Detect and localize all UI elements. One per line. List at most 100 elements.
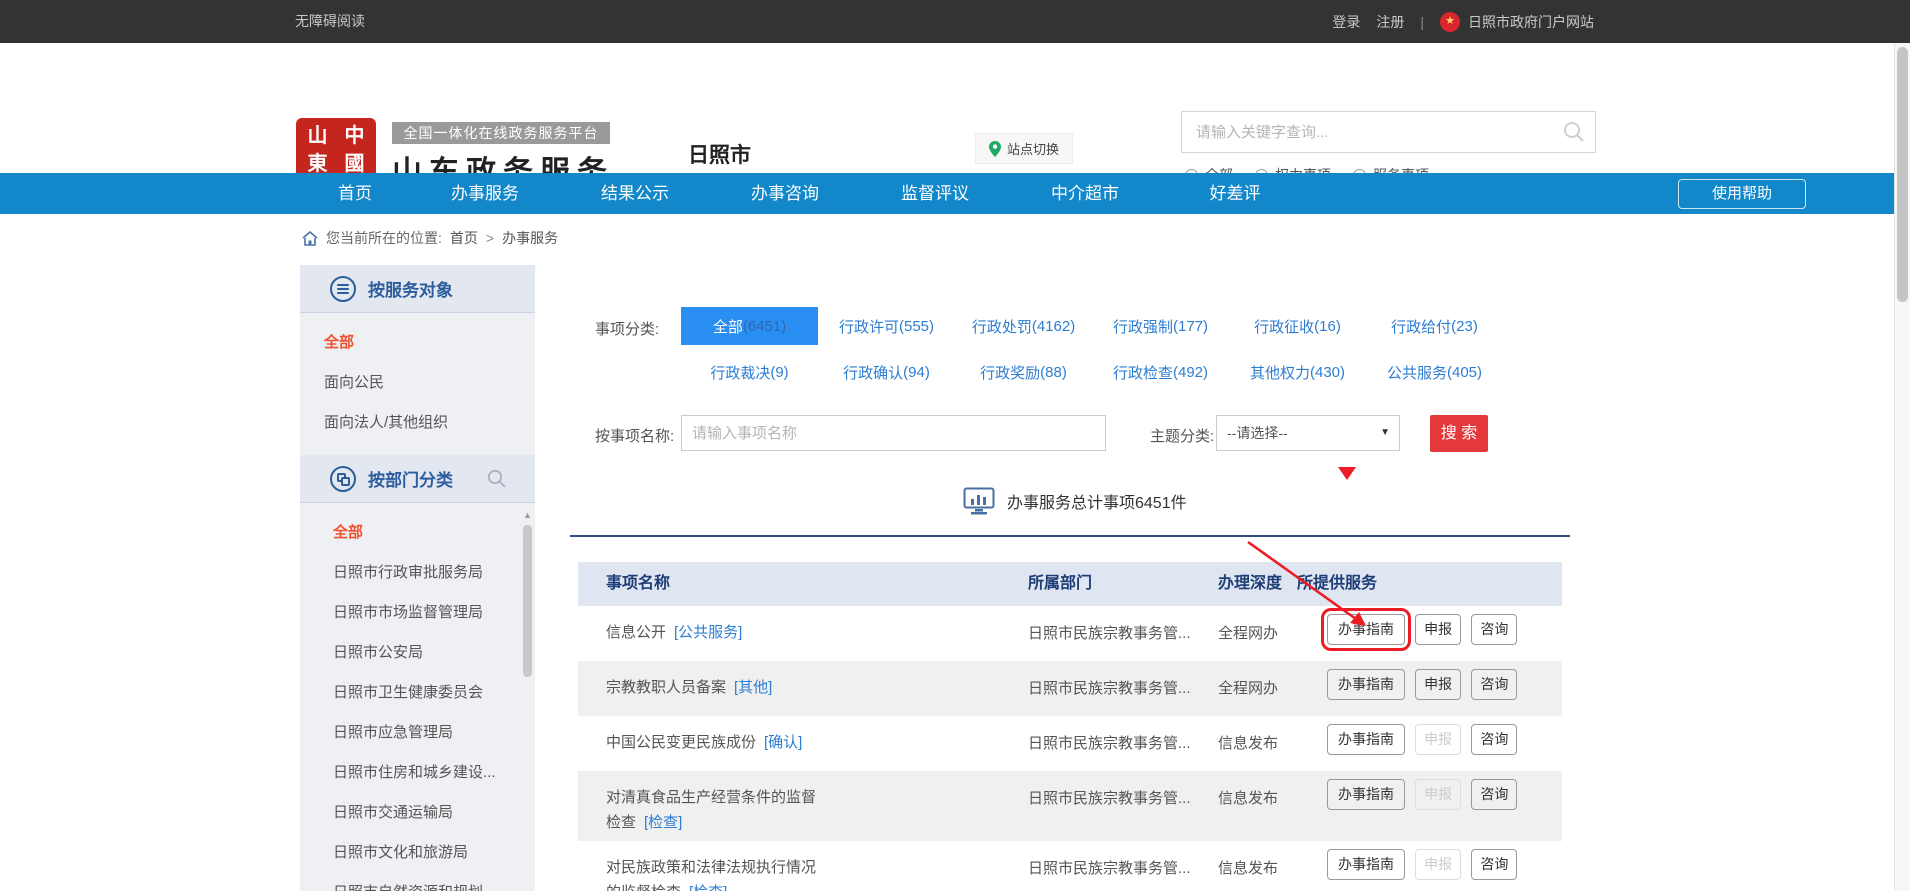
category-tab-count: (23) bbox=[1451, 318, 1478, 335]
item-name-link[interactable]: 对清真食品生产经营条件的监督检查 bbox=[606, 789, 816, 831]
breadcrumb-home-link[interactable]: 首页 bbox=[450, 228, 478, 248]
col-header-depth: 办理深度 bbox=[1198, 562, 1283, 606]
nav-item[interactable]: 结果公示 bbox=[560, 173, 710, 214]
category-tab[interactable]: 行政许可(555) bbox=[818, 307, 955, 345]
breadcrumb-current[interactable]: 办事服务 bbox=[502, 228, 558, 248]
category-tab[interactable]: 行政检查(492) bbox=[1092, 353, 1229, 391]
topic-select[interactable]: --请选择-- ▼ bbox=[1216, 415, 1400, 451]
col-header-dept: 所属部门 bbox=[1008, 562, 1198, 606]
list-icon bbox=[330, 276, 356, 302]
table-row: 信息公开[公共服务] 日照市民族宗教事务管... 全程网办 办事指南 申报 咨询 bbox=[578, 606, 1562, 661]
guide-button[interactable]: 办事指南 bbox=[1327, 614, 1405, 645]
consult-button[interactable]: 咨询 bbox=[1471, 724, 1517, 755]
category-tabs: 全部(6451) 行政许可(555) 行政处罚(4162) 行政强制(177) … bbox=[681, 307, 1503, 391]
item-depth-cell: 全程网办 bbox=[1198, 661, 1283, 716]
department-item[interactable]: 日照市交通运输局 bbox=[308, 793, 535, 833]
apply-button[interactable]: 申报 bbox=[1415, 724, 1461, 755]
accessibility-link[interactable]: 无障碍阅读 bbox=[295, 0, 365, 43]
service-object-item[interactable]: 面向公民 bbox=[300, 363, 535, 403]
department-scrollbar[interactable]: ▲ bbox=[523, 511, 532, 886]
department-item[interactable]: 日照市行政审批服务局 bbox=[308, 553, 535, 593]
site-switch-label: 站点切换 bbox=[1007, 139, 1059, 158]
category-tab[interactable]: 行政征收(16) bbox=[1229, 307, 1366, 345]
nav-item[interactable]: 监督评议 bbox=[860, 173, 1010, 214]
department-item[interactable]: 日照市文化和旅游局 bbox=[308, 833, 535, 873]
service-object-header: 按服务对象 bbox=[300, 265, 535, 313]
portal-link[interactable]: ★ 日照市政府门户网站 bbox=[1440, 12, 1594, 32]
guide-button[interactable]: 办事指南 bbox=[1327, 669, 1405, 700]
department-item[interactable]: 日照市卫生健康委员会 bbox=[308, 673, 535, 713]
department-item[interactable]: 日照市应急管理局 bbox=[308, 713, 535, 753]
category-tab-label: 行政强制 bbox=[1113, 316, 1173, 337]
item-type-tag[interactable]: [检查] bbox=[644, 814, 682, 831]
item-name-link[interactable]: 信息公开 bbox=[606, 624, 666, 641]
category-tab-label: 行政裁决 bbox=[710, 362, 770, 383]
category-tab[interactable]: 行政给付(23) bbox=[1366, 307, 1503, 345]
guide-button[interactable]: 办事指南 bbox=[1327, 849, 1405, 880]
apply-button[interactable]: 申报 bbox=[1415, 614, 1461, 645]
item-type-tag[interactable]: [检查] bbox=[689, 884, 727, 891]
site-header: 山 中 東 國 全国一体化在线政务服务平台 山东政务服务 日照市 站点切换 全部 bbox=[0, 43, 1910, 173]
category-tab-label: 公共服务 bbox=[1387, 362, 1447, 383]
apply-button[interactable]: 申报 bbox=[1415, 849, 1461, 880]
consult-button[interactable]: 咨询 bbox=[1471, 779, 1517, 810]
category-tab[interactable]: 行政确认(94) bbox=[818, 353, 955, 391]
category-tab-count: (94) bbox=[903, 364, 930, 381]
nav-item[interactable]: 首页 bbox=[300, 173, 410, 214]
consult-button[interactable]: 咨询 bbox=[1471, 849, 1517, 880]
consult-button[interactable]: 咨询 bbox=[1471, 669, 1517, 700]
category-tab[interactable]: 行政奖励(88) bbox=[955, 353, 1092, 391]
guide-button[interactable]: 办事指南 bbox=[1327, 724, 1405, 755]
item-name-input[interactable] bbox=[681, 415, 1106, 451]
service-object-item[interactable]: 面向法人/其他组织 bbox=[300, 403, 535, 443]
category-tab[interactable]: 行政处罚(4162) bbox=[955, 307, 1092, 345]
item-name-link[interactable]: 中国公民变更民族成份 bbox=[606, 734, 756, 751]
category-tab[interactable]: 行政裁决(9) bbox=[681, 353, 818, 391]
breadcrumb-separator: > bbox=[486, 230, 494, 246]
department-scrollbar-thumb[interactable] bbox=[523, 525, 532, 677]
department-item[interactable]: 日照市公安局 bbox=[308, 633, 535, 673]
guide-button[interactable]: 办事指南 bbox=[1327, 779, 1405, 810]
site-switch-button[interactable]: 站点切换 bbox=[975, 133, 1073, 164]
apply-button[interactable]: 申报 bbox=[1415, 779, 1461, 810]
apply-button[interactable]: 申报 bbox=[1415, 669, 1461, 700]
help-button[interactable]: 使用帮助 bbox=[1678, 179, 1806, 209]
table-row: 宗教教职人员备案[其他] 日照市民族宗教事务管... 全程网办 办事指南 申报 … bbox=[578, 661, 1562, 716]
login-link[interactable]: 登录 bbox=[1332, 12, 1360, 32]
department-item[interactable]: 全部 bbox=[308, 513, 535, 553]
category-tab[interactable]: 公共服务(405) bbox=[1366, 353, 1503, 391]
item-type-tag[interactable]: [其他] bbox=[734, 679, 772, 696]
search-button[interactable]: 搜 索 bbox=[1430, 415, 1488, 452]
page-scrollbar[interactable] bbox=[1894, 43, 1910, 891]
category-tab[interactable]: 行政强制(177) bbox=[1092, 307, 1229, 345]
category-tab-label: 行政检查 bbox=[1113, 362, 1173, 383]
col-header-name: 事项名称 bbox=[578, 562, 1008, 606]
item-name-label: 按事项名称: bbox=[595, 425, 674, 446]
seal-char: 東 bbox=[308, 153, 328, 173]
category-tab-count: (177) bbox=[1173, 318, 1208, 335]
category-tab-count: (555) bbox=[899, 318, 934, 335]
department-item[interactable]: 日照市自然资源和规划... bbox=[308, 873, 535, 891]
keyword-search-input[interactable] bbox=[1182, 112, 1552, 152]
nav-item[interactable]: 好差评 bbox=[1160, 173, 1310, 214]
category-tab[interactable]: 全部(6451) bbox=[681, 307, 818, 345]
department-item[interactable]: 日照市市场监督管理局 bbox=[308, 593, 535, 633]
item-type-tag[interactable]: [公共服务] bbox=[674, 624, 742, 641]
item-name-cell: 信息公开 [公共服务] bbox=[578, 606, 1008, 661]
register-link[interactable]: 注册 bbox=[1376, 12, 1404, 32]
consult-button[interactable]: 咨询 bbox=[1471, 614, 1517, 645]
nav-item[interactable]: 办事服务 bbox=[410, 173, 560, 214]
scroll-up-icon[interactable]: ▲ bbox=[523, 511, 532, 520]
nav-item[interactable]: 办事咨询 bbox=[710, 173, 860, 214]
department-search-icon[interactable] bbox=[487, 469, 507, 494]
search-icon[interactable] bbox=[1563, 121, 1585, 148]
category-tab[interactable]: 其他权力(430) bbox=[1229, 353, 1366, 391]
item-name-link[interactable]: 宗教教职人员备案 bbox=[606, 679, 726, 696]
page-scrollbar-thumb[interactable] bbox=[1897, 47, 1908, 302]
department-item[interactable]: 日照市住房和城乡建设... bbox=[308, 753, 535, 793]
nav-item[interactable]: 中介超市 bbox=[1010, 173, 1160, 214]
service-object-item[interactable]: 全部 bbox=[300, 323, 535, 363]
item-services-cell: 办事指南 申报 咨询 bbox=[1283, 841, 1562, 891]
item-type-tag[interactable]: [确认] bbox=[764, 734, 802, 751]
portal-link-label: 日照市政府门户网站 bbox=[1468, 12, 1594, 32]
